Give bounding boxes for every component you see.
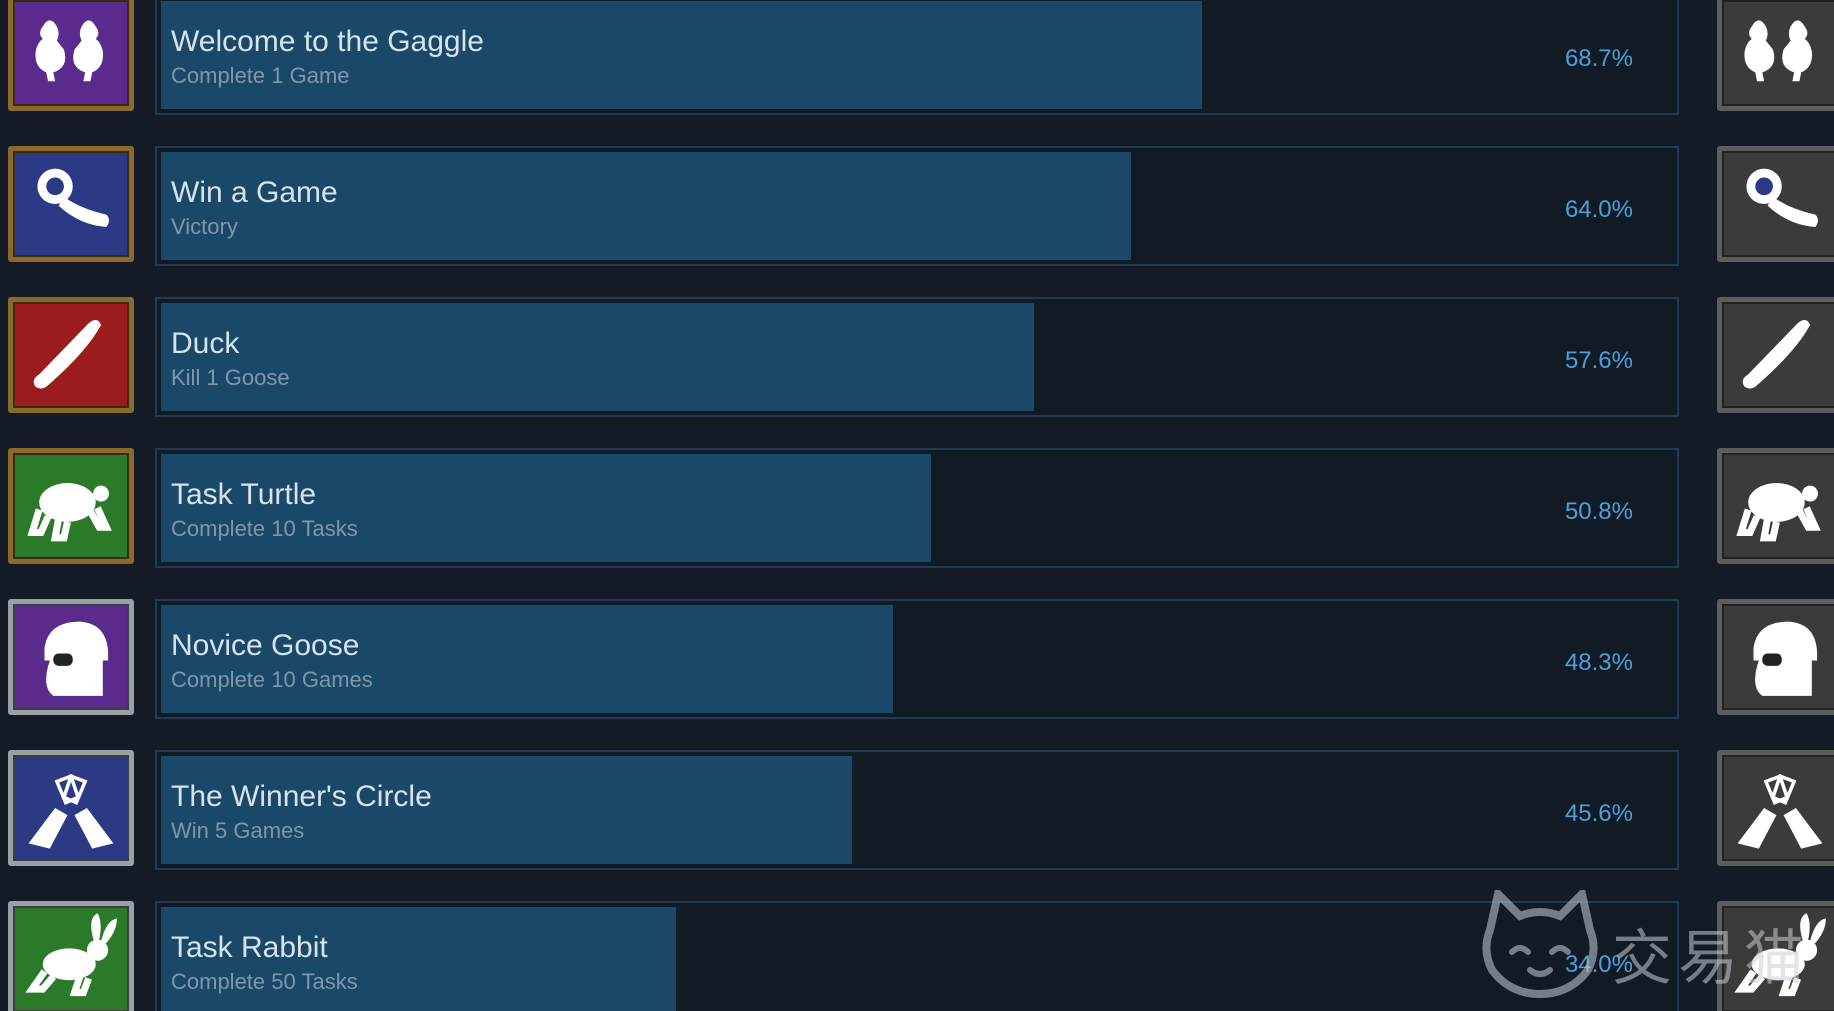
- goose-pilot-helmet-icon-locked: [1717, 599, 1834, 715]
- achievement-description: Complete 1 Game: [171, 63, 350, 88]
- two-geese-icon-locked: [1717, 0, 1834, 111]
- achievement-progress-bar: Win a Game Victory 64.0%: [155, 146, 1679, 266]
- watermark-text: 交易猫: [1612, 924, 1810, 994]
- achievement-progress-bar: Duck Kill 1 Goose 57.6%: [155, 297, 1679, 417]
- achievement-title: Win a Game: [171, 176, 338, 209]
- achievement-progress-bar: Task Rabbit Complete 50 Tasks 34.0%: [155, 901, 1679, 1011]
- goose-pilot-helmet-icon: [8, 599, 134, 715]
- achievement-percent: 45.6%: [1564, 800, 1633, 827]
- achievement-title: Task Rabbit: [171, 931, 328, 964]
- progress-fill: [161, 303, 1034, 411]
- rabbit-icon: [8, 901, 134, 1011]
- knife-icon: [8, 297, 134, 413]
- achievement-description: Complete 10 Tasks: [171, 516, 358, 541]
- turtle-icon: [8, 448, 134, 564]
- clinking-glasses-icon-locked: [1717, 750, 1834, 866]
- turtle-icon-locked: [1717, 448, 1834, 564]
- achievement-description: Victory: [171, 214, 238, 239]
- knife-icon-locked: [1717, 297, 1834, 413]
- achievement-progress-bar: Novice Goose Complete 10 Games 48.3%: [155, 599, 1679, 719]
- achievement-row: Task Turtle Complete 10 Tasks 50.8%: [0, 448, 1834, 574]
- two-geese-icon: [8, 0, 134, 111]
- achievement-description: Kill 1 Goose: [171, 365, 290, 390]
- achievement-progress-bar: The Winner's Circle Win 5 Games 45.6%: [155, 750, 1679, 870]
- achievement-list: Welcome to the Gaggle Complete 1 Game 68.7…: [0, 0, 1834, 1011]
- achievement-percent: 68.7%: [1564, 45, 1633, 72]
- achievement-row: Win a Game Victory 64.0%: [0, 146, 1834, 272]
- achievement-title: Novice Goose: [171, 629, 360, 662]
- clinking-glasses-icon: [8, 750, 134, 866]
- achievement-progress-bar: Welcome to the Gaggle Complete 1 Game 68.7…: [155, 0, 1679, 115]
- achievement-row: Novice Goose Complete 10 Games 48.3%: [0, 599, 1834, 725]
- achievement-progress-bar: Task Turtle Complete 10 Tasks 50.8%: [155, 448, 1679, 568]
- achievement-percent: 50.8%: [1564, 498, 1633, 525]
- achievement-title: Task Turtle: [171, 478, 317, 511]
- achievement-row: Welcome to the Gaggle Complete 1 Game 68.7…: [0, 0, 1834, 121]
- achievement-row: The Winner's Circle Win 5 Games 45.6%: [0, 750, 1834, 876]
- achievement-description: Complete 10 Games: [171, 667, 373, 692]
- achievement-row: Duck Kill 1 Goose 57.6%: [0, 297, 1834, 423]
- ribbon-rosette-icon-locked: [1717, 146, 1834, 262]
- ribbon-rosette-icon: [8, 146, 134, 262]
- achievement-description: Win 5 Games: [171, 818, 305, 843]
- achievement-title: Welcome to the Gaggle: [171, 25, 484, 58]
- achievement-title: Duck: [171, 327, 240, 360]
- watermark: 交易猫: [1480, 886, 1810, 1000]
- achievement-percent: 64.0%: [1564, 196, 1633, 223]
- achievement-percent: 48.3%: [1564, 649, 1633, 676]
- cat-face-icon: [1482, 886, 1598, 999]
- achievement-title: The Winner's Circle: [171, 780, 432, 813]
- achievement-description: Complete 50 Tasks: [171, 969, 358, 994]
- achievement-percent: 57.6%: [1564, 347, 1633, 374]
